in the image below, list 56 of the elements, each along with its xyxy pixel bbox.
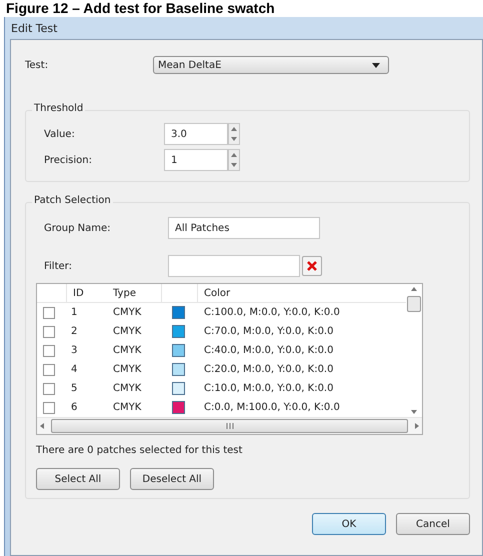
scroll-thumb[interactable] xyxy=(407,296,421,312)
group-title: Patch Selection xyxy=(32,195,113,206)
ok-button[interactable]: OK xyxy=(312,513,386,535)
table-cell-text: C:100.0, M:0.0, Y:0.0, K:0.0 xyxy=(203,307,341,318)
horizontal-scrollbar[interactable] xyxy=(37,417,422,434)
select-button[interactable]: Select All xyxy=(36,468,120,490)
table-cell-text: C:20.0, M:0.0, Y:0.0, K:0.0 xyxy=(203,364,334,375)
table-cell-text: CMYK xyxy=(112,402,142,413)
select-button[interactable]: Deselect All xyxy=(130,468,214,490)
table-cell-text: 5 xyxy=(70,383,78,394)
column-header[interactable]: Color xyxy=(198,284,406,302)
row-checkbox[interactable] xyxy=(43,382,55,394)
table-cell-text: 3 xyxy=(70,345,78,356)
table-cell-text: 1 xyxy=(70,307,78,318)
table-cell-text: CMYK xyxy=(112,307,142,318)
clear-button[interactable] xyxy=(302,256,322,276)
row-checkbox[interactable] xyxy=(43,364,55,376)
table-cell-text: C:40.0, M:0.0, Y:0.0, K:0.0 xyxy=(203,345,334,356)
table-cell-text: CMYK xyxy=(112,345,142,356)
group-title: Threshold xyxy=(32,103,86,114)
window-title: Edit Test xyxy=(11,22,58,34)
close-icon xyxy=(306,260,318,272)
field-label: Filter: xyxy=(44,260,73,272)
row-checkbox[interactable] xyxy=(43,402,55,414)
field-label: Group Name: xyxy=(44,222,112,234)
field-label: Value: xyxy=(44,128,76,140)
column-header[interactable]: ID xyxy=(67,284,107,302)
scroll-thumb[interactable] xyxy=(51,419,408,433)
row-checkbox[interactable] xyxy=(43,326,55,338)
field-label: Test: xyxy=(25,60,50,70)
table-cell-text: CMYK xyxy=(112,383,142,394)
group-name-field[interactable]: All Patches xyxy=(168,217,320,239)
table-cell-text: 2 xyxy=(70,326,78,337)
table-cell-text: 4 xyxy=(70,364,78,375)
column-header[interactable]: Type xyxy=(107,284,162,302)
cancel-button[interactable]: Cancel xyxy=(396,513,470,535)
table-cell-text: C:0.0, M:100.0, Y:0.0, K:0.0 xyxy=(203,402,341,413)
table-cell-text: C:70.0, M:0.0, Y:0.0, K:0.0 xyxy=(203,326,334,337)
grip-icon xyxy=(226,423,234,429)
table-cell-text: CMYK xyxy=(112,326,142,337)
row-checkbox[interactable] xyxy=(43,344,55,356)
spin-buttons[interactable] xyxy=(228,123,240,145)
test-dropdown[interactable]: Mean DeltaE xyxy=(153,56,389,74)
spin-buttons[interactable] xyxy=(228,149,240,171)
filter-field[interactable] xyxy=(168,255,300,277)
caret-icon xyxy=(372,62,380,68)
status-text: There are 0 patches selected for this test xyxy=(36,445,244,456)
number-field[interactable]: 1 xyxy=(164,149,228,171)
row-checkbox[interactable] xyxy=(43,306,55,318)
number-field[interactable]: 3.0 xyxy=(164,123,228,145)
table-cell-text: C:10.0, M:0.0, Y:0.0, K:0.0 xyxy=(203,383,334,394)
field-label: Precision: xyxy=(44,154,93,166)
table-cell-text: 6 xyxy=(70,402,78,413)
table-cell-text: CMYK xyxy=(112,364,142,375)
vertical-scrollbar[interactable] xyxy=(406,284,422,417)
figure-caption: Figure 12 – Add test for Baseline swatch xyxy=(5,0,276,17)
